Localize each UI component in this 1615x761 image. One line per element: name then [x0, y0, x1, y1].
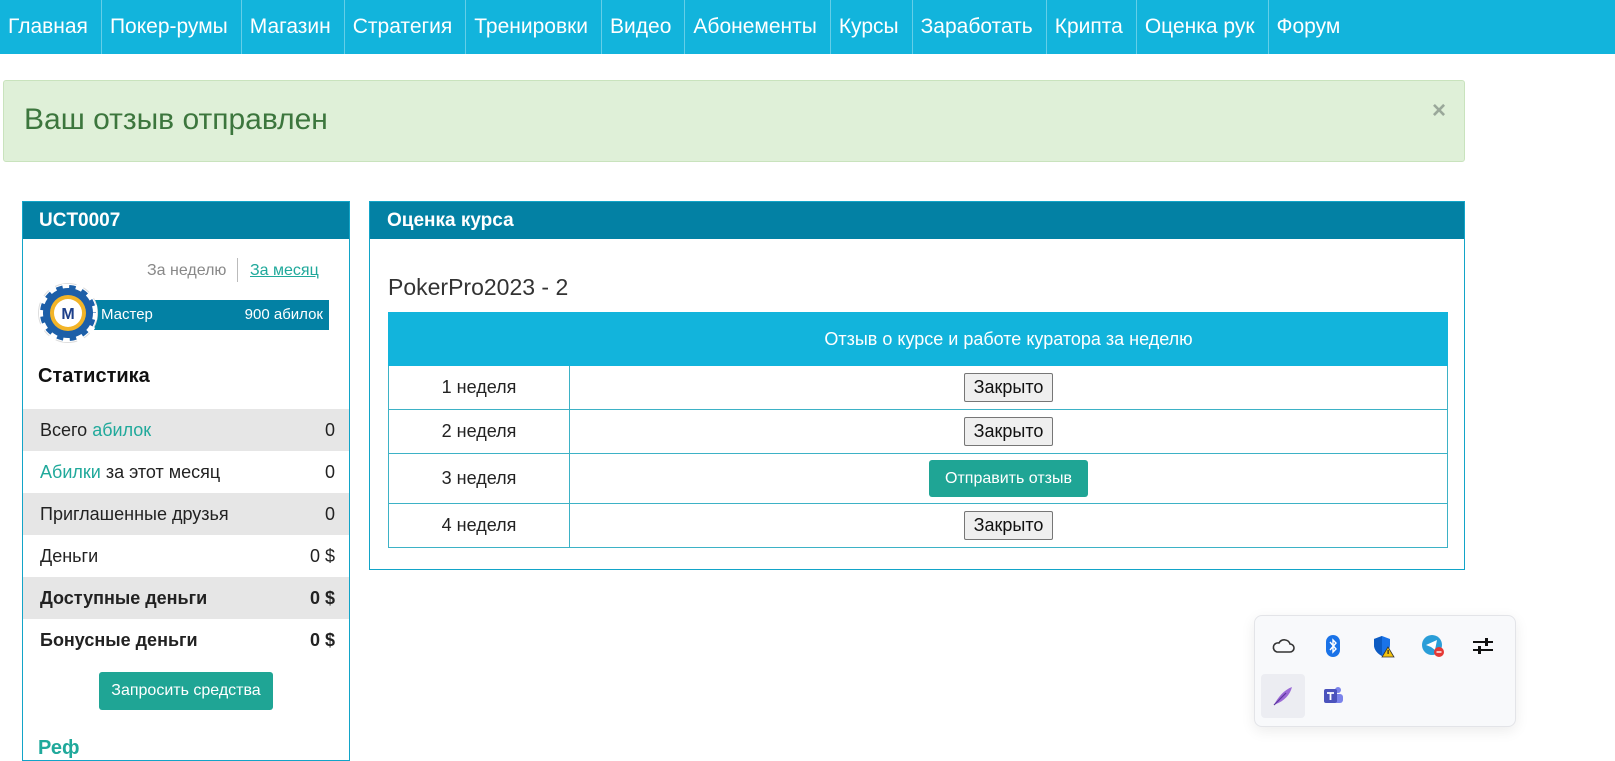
nav-poker-rooms[interactable]: Покер-румы [102, 0, 242, 54]
week-label: 2 неделя [388, 409, 570, 454]
table-row: 2 неделя Закрыто [388, 409, 1448, 454]
profile-panel: UCT0007 За неделю За месяц Мастер 900 аб… [22, 201, 350, 761]
table-row: 1 неделя Закрыто [388, 365, 1448, 410]
teams-icon[interactable] [1311, 674, 1355, 718]
stat-value: 0 [324, 462, 335, 482]
stat-value: 0 $ [309, 588, 335, 608]
weeks-table: Отзыв о курсе и работе куратора за недел… [388, 312, 1448, 548]
table-row: 3 неделя Отправить отзыв [388, 453, 1448, 504]
rank-points: 900 абилок [244, 306, 323, 323]
course-review-panel: Оценка курса PokerPro2023 - 2 Отзыв о ку… [369, 201, 1465, 570]
stat-available-money: Доступные деньги 0 $ [23, 577, 349, 619]
panel-title: Оценка курса [370, 202, 1464, 239]
alert-message: Ваш отзыв отправлен [24, 103, 328, 136]
nav-home[interactable]: Главная [0, 0, 102, 54]
profile-username: UCT0007 [23, 202, 349, 239]
nav-crypto[interactable]: Крипта [1047, 0, 1137, 54]
stat-value: 0 $ [309, 546, 335, 566]
points-link[interactable]: абилок [92, 420, 151, 440]
stat-label: Абилки за этот месяц [40, 462, 221, 482]
stat-month-points: Абилки за этот месяц 0 [23, 451, 349, 493]
course-name: PokerPro2023 - 2 [388, 274, 569, 300]
nav-forum[interactable]: Форум [1269, 0, 1354, 54]
table-header-empty [388, 312, 570, 366]
close-icon[interactable]: × [1432, 97, 1446, 125]
week-label: 3 неделя [388, 453, 570, 504]
points-link[interactable]: Абилки [40, 462, 101, 482]
stat-label: Бонусные деньги [40, 630, 198, 650]
top-nav: Главная Покер-румы Магазин Стратегия Тре… [0, 0, 1615, 54]
stat-money: Деньги 0 $ [23, 535, 349, 577]
stat-value: 0 [324, 420, 335, 440]
period-divider [237, 258, 238, 282]
rank-bar: Мастер 900 абилок [79, 300, 329, 330]
closed-button[interactable]: Закрыто [963, 417, 1054, 446]
stat-label: Деньги [40, 546, 99, 566]
rank-name: Мастер [101, 306, 153, 323]
stat-value: 0 $ [309, 630, 335, 650]
week-action-cell: Отправить отзыв [569, 453, 1448, 504]
table-row: 4 неделя Закрыто [388, 503, 1448, 548]
bluetooth-icon[interactable] [1311, 624, 1355, 668]
onedrive-icon[interactable] [1261, 624, 1305, 668]
stat-label: Приглашенные друзья [40, 504, 229, 524]
referral-heading: Реф [38, 737, 80, 759]
settings-sliders-icon[interactable] [1461, 624, 1505, 668]
stat-total-points: Всего абилок 0 [23, 409, 349, 451]
week-action-cell: Закрыто [569, 409, 1448, 454]
stat-invited-friends: Приглашенные друзья 0 [23, 493, 349, 535]
defender-warning-icon[interactable] [1361, 624, 1405, 668]
system-tray-flyout [1254, 615, 1516, 727]
feather-pen-icon[interactable] [1261, 674, 1305, 718]
closed-button[interactable]: Закрыто [963, 373, 1054, 402]
week-label: 4 неделя [388, 503, 570, 548]
send-review-button[interactable]: Отправить отзыв [929, 460, 1088, 497]
week-action-cell: Закрыто [569, 365, 1448, 410]
week-action-cell: Закрыто [569, 503, 1448, 548]
stat-label: Всего абилок [40, 420, 152, 440]
nav-trainings[interactable]: Тренировки [466, 0, 603, 54]
poker-chip-icon: M [39, 284, 97, 342]
closed-button[interactable]: Закрыто [963, 511, 1054, 540]
nav-strategy[interactable]: Стратегия [345, 0, 467, 54]
success-alert: Ваш отзыв отправлен × [3, 80, 1465, 162]
stat-bonus-money: Бонусные деньги 0 $ [23, 619, 349, 661]
stats-title: Статистика [38, 365, 150, 387]
stat-label: Доступные деньги [40, 588, 208, 608]
nav-earn[interactable]: Заработать [913, 0, 1047, 54]
table-header-review: Отзыв о курсе и работе куратора за недел… [569, 312, 1448, 366]
stats-list: Всего абилок 0 Абилки за этот месяц 0 Пр… [23, 409, 349, 661]
nav-video[interactable]: Видео [602, 0, 686, 54]
nav-shop[interactable]: Магазин [242, 0, 345, 54]
svg-text:M: M [61, 306, 74, 323]
period-week-tab[interactable]: За неделю [147, 262, 226, 280]
nav-courses[interactable]: Курсы [831, 0, 913, 54]
stat-value: 0 [324, 504, 335, 524]
nav-hand-review[interactable]: Оценка рук [1137, 0, 1269, 54]
period-month-tab[interactable]: За месяц [250, 262, 319, 280]
telegram-icon[interactable] [1411, 624, 1455, 668]
nav-subscriptions[interactable]: Абонементы [685, 0, 831, 54]
week-label: 1 неделя [388, 365, 570, 410]
request-funds-button[interactable]: Запросить средства [99, 672, 273, 710]
